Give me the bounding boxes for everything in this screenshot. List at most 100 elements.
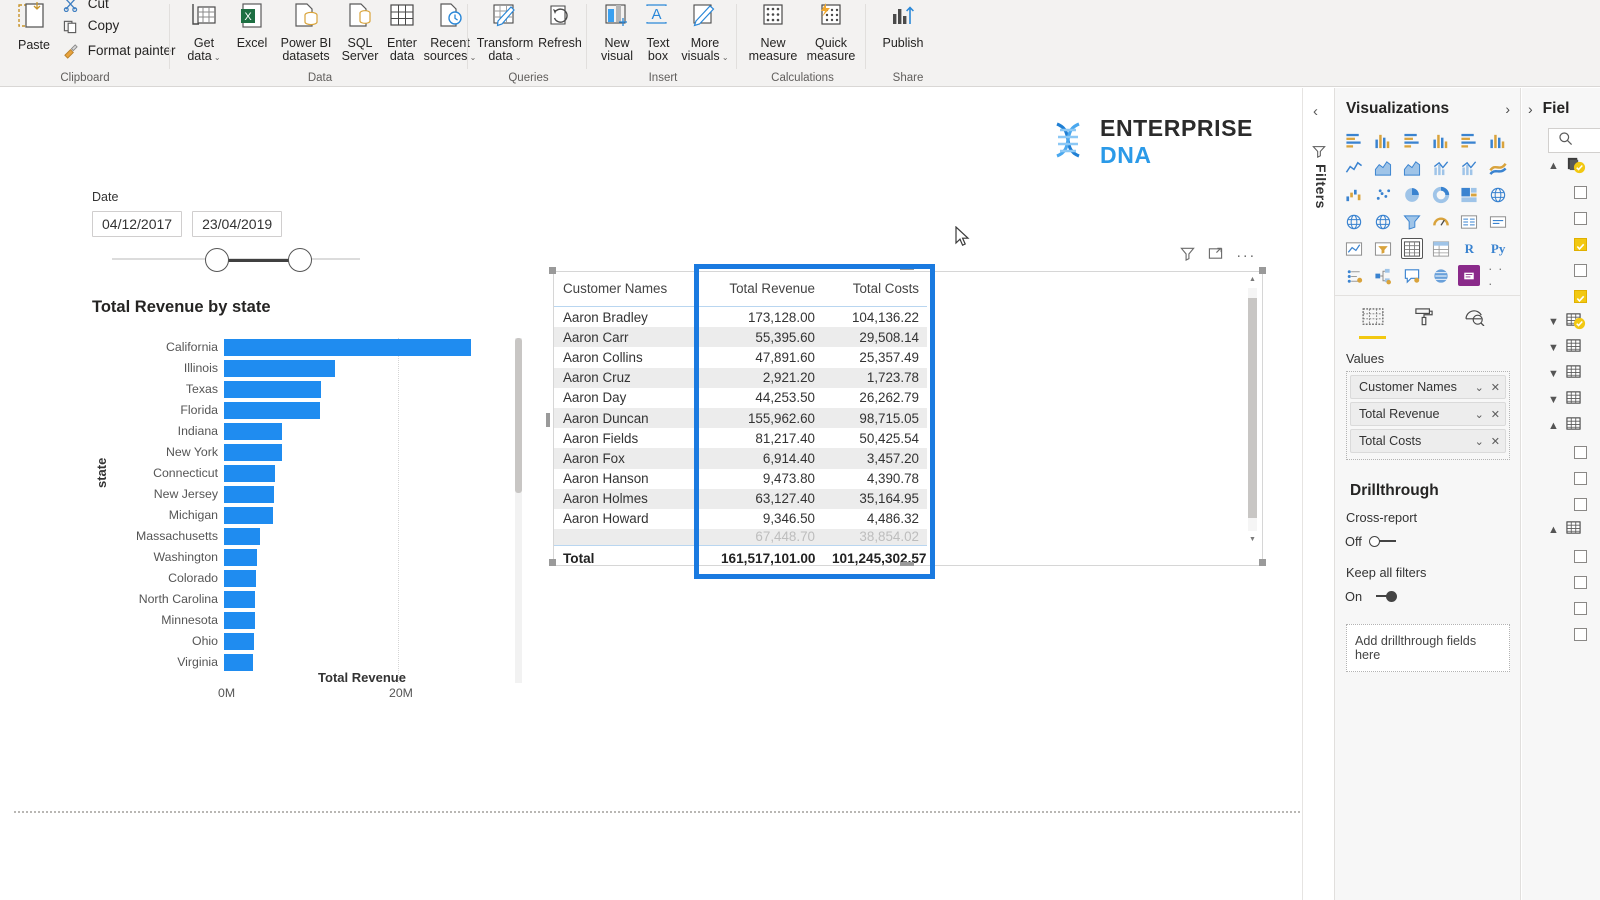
cross-report-toggle[interactable]: [1368, 536, 1399, 547]
new-measure-button[interactable]: New measure: [745, 2, 801, 64]
field-checkbox[interactable]: [1522, 569, 1600, 595]
chevron-down-icon[interactable]: ⌄: [720, 53, 729, 62]
python-visual-icon[interactable]: Py: [1487, 238, 1509, 259]
field-checkbox[interactable]: [1522, 283, 1600, 309]
bar-row[interactable]: Michigan: [169, 506, 500, 526]
report-canvas[interactable]: ENTERPRISE DNA Date 04/12/2017 23/04/201…: [0, 88, 1303, 900]
analytics-tab[interactable]: [1461, 308, 1488, 339]
field-checkbox-box[interactable]: [1574, 627, 1587, 641]
fields-search-input[interactable]: [1548, 128, 1600, 153]
fields-tab[interactable]: [1359, 308, 1386, 339]
chevron-up-icon[interactable]: ▲: [1548, 420, 1560, 432]
bar-fill[interactable]: [224, 486, 275, 503]
transform-data-button[interactable]: Transform data ⌄: [474, 2, 536, 65]
stacked-bar-chart-icon[interactable]: [1343, 130, 1365, 151]
visual-header-icons[interactable]: ···: [1180, 246, 1256, 266]
customer-table-visual[interactable]: ··· Customer Names Total Revenue Total C…: [553, 247, 1263, 573]
values-field-list[interactable]: Customer Names ⌄ ✕ Total Revenue ⌄ ✕ Total Cos…: [1346, 371, 1510, 460]
slicer-handle-start[interactable]: [205, 248, 229, 272]
format-tab[interactable]: [1410, 308, 1437, 339]
more-visuals-icon[interactable]: · · ·: [1487, 261, 1509, 291]
visual-type-gallery[interactable]: R Py · · ·: [1335, 128, 1520, 296]
slicer-handle-end[interactable]: [288, 248, 312, 272]
remove-field-icon[interactable]: ✕: [1491, 408, 1500, 421]
more-options-icon[interactable]: ···: [1236, 248, 1256, 263]
powerbi-datasets-button[interactable]: Power BI datasets: [275, 2, 337, 64]
bar-row[interactable]: Massachusetts: [136, 527, 500, 547]
drillthrough-field-dropzone[interactable]: Add drillthrough fields here: [1346, 624, 1510, 672]
table-row[interactable]: Aaron Hanson 9,473.80 4,390.78: [554, 469, 927, 489]
matrix-icon[interactable]: [1430, 238, 1452, 259]
scroll-up-arrow[interactable]: ▲: [1248, 276, 1257, 283]
area-chart-icon[interactable]: [1372, 157, 1394, 178]
multi-row-card-icon[interactable]: [1458, 211, 1480, 232]
pie-chart-icon[interactable]: [1401, 184, 1423, 205]
filled-map-icon[interactable]: [1343, 211, 1365, 232]
bar-row[interactable]: Connecticut: [153, 464, 500, 484]
scrollbar-thumb[interactable]: [1248, 298, 1257, 518]
resize-handle-left[interactable]: [546, 413, 550, 427]
enter-data-button[interactable]: Enter data: [382, 2, 422, 64]
table-row[interactable]: Aaron Fields 81,217.40 50,425.54: [554, 428, 927, 448]
funnel-icon[interactable]: [1401, 211, 1423, 232]
gauge-icon[interactable]: [1430, 211, 1452, 232]
field-checkbox[interactable]: [1522, 257, 1600, 283]
quick-measure-button[interactable]: Quick measure: [801, 2, 861, 64]
remove-field-icon[interactable]: ✕: [1491, 381, 1500, 394]
bar-fill[interactable]: [224, 612, 255, 629]
value-field-pill[interactable]: Customer Names ⌄ ✕: [1350, 375, 1506, 399]
bar-row[interactable]: Minnesota: [161, 611, 500, 631]
bar-fill[interactable]: [224, 633, 254, 650]
bar-fill[interactable]: [224, 444, 283, 461]
resize-handle-bottom-left[interactable]: [549, 559, 556, 566]
column-header-total-costs[interactable]: Total Costs: [823, 272, 927, 307]
resize-handle-top[interactable]: [900, 266, 914, 270]
chevron-down-icon[interactable]: ⌄: [1475, 435, 1484, 448]
bar-row[interactable]: New York: [166, 443, 500, 463]
bar-row[interactable]: Washington: [154, 548, 500, 568]
publish-button[interactable]: Publish: [874, 2, 932, 50]
focus-mode-icon[interactable]: [1208, 246, 1223, 266]
bar-row[interactable]: Indiana: [178, 422, 500, 442]
field-checkbox[interactable]: [1522, 543, 1600, 569]
cross-report-toggle-row[interactable]: Off: [1335, 525, 1520, 565]
cut-button[interactable]: Cut: [63, 0, 109, 15]
card-icon[interactable]: [1487, 211, 1509, 232]
chevron-down-icon[interactable]: ▼: [1548, 394, 1560, 406]
keep-all-filters-toggle[interactable]: [1369, 591, 1399, 602]
scatter-chart-icon[interactable]: [1372, 184, 1394, 205]
field-checkbox[interactable]: [1522, 621, 1600, 647]
table-row[interactable]: Aaron Cruz 2,921.20 1,723.78: [554, 367, 927, 388]
shape-map-icon[interactable]: [1372, 211, 1394, 232]
r-script-visual-icon[interactable]: R: [1458, 238, 1480, 259]
clustered-bar-chart-icon[interactable]: [1401, 130, 1423, 151]
chevron-down-icon[interactable]: ▼: [1548, 342, 1560, 354]
table-row[interactable]: Aaron Holmes 63,127.40 35,164.95: [554, 488, 927, 509]
table-body[interactable]: Aaron Bradley 173,128.00 104,136.22 Aaron C…: [554, 307, 927, 546]
bar-fill[interactable]: [224, 591, 255, 608]
smart-narrative-icon[interactable]: [1430, 265, 1452, 286]
field-checkbox[interactable]: [1522, 439, 1600, 465]
bar-fill[interactable]: [224, 423, 283, 440]
chevron-down-icon[interactable]: ▼: [1548, 316, 1560, 328]
table-row-clipped[interactable]: 67,448.70 38,854.02: [554, 529, 927, 546]
get-data-button[interactable]: Get data ⌄: [178, 2, 230, 65]
bar-fill[interactable]: [224, 360, 336, 377]
bar-fill[interactable]: [224, 507, 274, 524]
field-checkbox-box[interactable]: [1574, 263, 1587, 277]
slicer-end-date-input[interactable]: 23/04/2019: [192, 211, 283, 237]
chevron-down-icon[interactable]: ▼: [1548, 368, 1560, 380]
fields-table[interactable]: ▲: [1522, 517, 1600, 543]
key-influencers-icon[interactable]: [1343, 265, 1365, 286]
table-row[interactable]: Aaron Duncan 155,962.60 98,715.05: [554, 407, 927, 429]
column-header-customer-names[interactable]: Customer Names: [554, 272, 712, 307]
filter-icon[interactable]: [1180, 246, 1195, 266]
total-revenue-by-state-chart[interactable]: Total Revenue by state state California I…: [92, 298, 522, 728]
resize-handle-bottom[interactable]: [900, 562, 914, 566]
bar-fill[interactable]: [224, 381, 321, 398]
chevron-down-icon[interactable]: ⌄: [212, 53, 221, 62]
paginated-report-icon[interactable]: [1458, 265, 1481, 286]
field-checkbox[interactable]: [1522, 491, 1600, 517]
field-checkbox[interactable]: [1522, 231, 1600, 257]
column-header-total-revenue[interactable]: Total Revenue: [712, 272, 823, 307]
